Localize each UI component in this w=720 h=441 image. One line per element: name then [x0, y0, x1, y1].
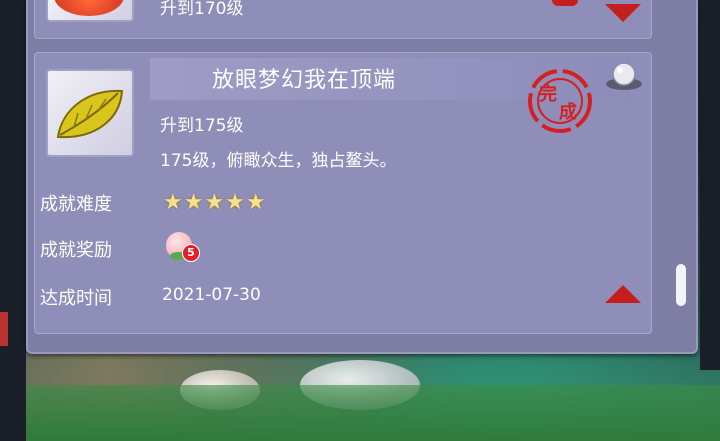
share-pearl-icon[interactable]: [604, 58, 644, 94]
stamp-text-done: 成: [559, 102, 577, 123]
left-edge-tab[interactable]: [0, 312, 8, 346]
leaf-icon: [56, 89, 124, 139]
achievement-item-slot-previous[interactable]: [46, 0, 134, 22]
left-edge-frame: [0, 0, 26, 441]
achievement-item-icon: [54, 0, 124, 16]
completion-time-label: 达成时间: [40, 288, 112, 309]
completion-date: 2021-07-30: [162, 285, 261, 305]
difficulty-label: 成就难度: [40, 194, 112, 215]
background-grass: [0, 385, 720, 441]
difficulty-stars: ★★★★★: [163, 190, 267, 215]
expand-arrow-up-icon[interactable]: [605, 285, 641, 303]
scrollbar-thumb[interactable]: [676, 264, 686, 306]
completed-stamp-icon: 完 成: [527, 68, 593, 134]
achievement-description: 175级，俯瞰众生，独占鳌头。: [160, 151, 397, 171]
stamp-edge-previous: [552, 0, 578, 6]
right-edge-frame: [700, 0, 720, 370]
peach-reward-icon[interactable]: 5: [164, 228, 200, 264]
achievement-title: 放眼梦幻我在顶端: [212, 68, 397, 93]
achievement-item-slot[interactable]: [46, 69, 134, 157]
collapse-arrow-down-icon[interactable]: [605, 4, 641, 22]
reward-count-badge: 5: [182, 244, 200, 262]
pearl-shape: [606, 62, 642, 90]
reward-label: 成就奖励: [40, 240, 112, 261]
achievement-requirement: 升到175级: [160, 116, 244, 136]
achievement-subtitle-previous: 升到170级: [160, 0, 244, 19]
stamp-text-complete: 完: [539, 84, 557, 105]
